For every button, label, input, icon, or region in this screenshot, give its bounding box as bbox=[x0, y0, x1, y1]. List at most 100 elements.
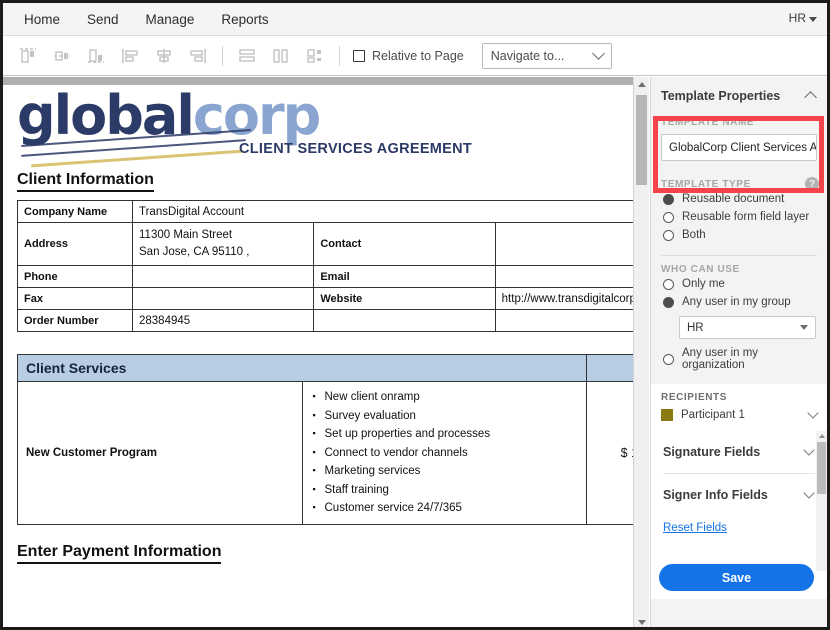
align-bottom-icon[interactable] bbox=[81, 43, 111, 69]
triangle-up-icon bbox=[818, 434, 825, 438]
help-icon[interactable]: ? bbox=[805, 177, 819, 191]
radio-label: Only me bbox=[682, 278, 725, 290]
list-item: Marketing services bbox=[313, 461, 579, 481]
size-match-icon[interactable] bbox=[300, 43, 330, 69]
relative-to-page-label: Relative to Page bbox=[372, 48, 464, 63]
align-top-icon[interactable] bbox=[13, 43, 43, 69]
cell-value-company-name: TransDigital Account bbox=[132, 200, 633, 223]
recipient-color-swatch bbox=[661, 409, 673, 421]
payment-heading-text: Enter Payment Information bbox=[17, 543, 222, 564]
service-items-cell: New client onramp Survey evaluation Set … bbox=[301, 381, 587, 525]
service-price: $ 11000.00 bbox=[586, 381, 633, 525]
save-button[interactable]: Save bbox=[659, 564, 814, 591]
company-logo: globalcorp CLIENT SERVICES AGREEMENT bbox=[17, 85, 619, 171]
radio-label: Any user in my organization bbox=[682, 347, 759, 371]
signature-fields-accordion[interactable]: Signature Fields bbox=[651, 431, 827, 473]
radio-icon bbox=[663, 211, 674, 223]
menu-bar: Home Send Manage Reports HR bbox=[3, 3, 827, 36]
chevron-up-icon[interactable] bbox=[804, 91, 817, 104]
table-row: Company Name TransDigital Account bbox=[17, 200, 633, 223]
address-line-2: San Jose, CA 95110 , bbox=[139, 246, 250, 258]
list-item: Customer service 24/7/365 bbox=[313, 498, 579, 518]
list-item: Set up properties and processes bbox=[313, 424, 579, 444]
user-account-label: HR bbox=[788, 11, 806, 25]
signer-info-fields-accordion[interactable]: Signer Info Fields bbox=[651, 474, 827, 516]
radio-label: Both bbox=[682, 229, 706, 241]
chevron-down-icon bbox=[803, 444, 815, 456]
align-left-icon[interactable] bbox=[115, 43, 145, 69]
cell-label-phone: Phone bbox=[17, 265, 133, 288]
chevron-down-icon bbox=[809, 16, 817, 22]
who-can-use-label: WHO CAN USE bbox=[661, 264, 740, 275]
reset-fields-link[interactable]: Reset Fields bbox=[663, 522, 727, 534]
scroll-up-button[interactable] bbox=[634, 77, 649, 92]
template-type-group: TEMPLATE TYPE ? Reusable document Reusab… bbox=[651, 171, 827, 246]
address-line-1: 11300 Main Street bbox=[139, 229, 233, 241]
scroll-down-button[interactable] bbox=[634, 615, 649, 627]
radio-both[interactable]: Both bbox=[661, 226, 817, 244]
align-right-icon[interactable] bbox=[183, 43, 213, 69]
radio-reusable-document[interactable]: Reusable document bbox=[661, 190, 817, 208]
cell-value-empty bbox=[494, 309, 633, 332]
document-page: globalcorp CLIENT SERVICES AGREEMENT Cli… bbox=[3, 85, 633, 627]
recipient-name: Participant 1 bbox=[681, 409, 745, 421]
radio-label: Reusable form field layer bbox=[682, 211, 810, 223]
scrollbar-thumb[interactable] bbox=[636, 95, 647, 185]
signer-info-fields-label: Signer Info Fields bbox=[663, 488, 768, 502]
alignment-toolbar: Relative to Page Navigate to... bbox=[3, 36, 827, 76]
relative-to-page-checkbox[interactable]: Relative to Page bbox=[353, 49, 464, 63]
table-row: New Customer Program New client onramp S… bbox=[17, 381, 633, 525]
navigate-to-dropdown[interactable]: Navigate to... bbox=[481, 42, 612, 69]
fields-section: Signature Fields Signer Info Fields Rese… bbox=[651, 431, 827, 599]
menu-item-reports[interactable]: Reports bbox=[210, 8, 279, 31]
radio-label: Reusable document bbox=[682, 193, 785, 205]
group-dropdown[interactable]: HR bbox=[679, 316, 816, 339]
user-account-menu[interactable]: HR bbox=[789, 11, 817, 25]
group-dropdown-value: HR bbox=[687, 321, 704, 334]
panel-scrollbar-thumb[interactable] bbox=[817, 442, 826, 494]
document-canvas[interactable]: globalcorp CLIENT SERVICES AGREEMENT Cli… bbox=[3, 77, 633, 627]
document-scrollbar[interactable] bbox=[633, 77, 649, 627]
client-services-table: Client Services Investment New Customer … bbox=[17, 354, 633, 525]
menu-item-send[interactable]: Send bbox=[76, 8, 130, 31]
triangle-down-icon bbox=[637, 620, 646, 625]
radio-only-me[interactable]: Only me bbox=[661, 275, 817, 293]
panel-scrollbar[interactable] bbox=[816, 431, 827, 571]
table-row: Order Number 28384945 bbox=[17, 309, 633, 332]
signature-fields-label: Signature Fields bbox=[663, 445, 761, 459]
toolbar-separator bbox=[222, 45, 223, 66]
template-type-label: TEMPLATE TYPE bbox=[661, 179, 751, 190]
template-properties-panel: Template Properties TEMPLATE NAME Global… bbox=[650, 77, 827, 627]
menu-item-manage[interactable]: Manage bbox=[135, 8, 206, 31]
triangle-down-icon bbox=[800, 325, 808, 330]
distribute-vertical-icon[interactable] bbox=[232, 43, 262, 69]
menu-item-home[interactable]: Home bbox=[13, 8, 71, 31]
panel-header[interactable]: Template Properties bbox=[651, 77, 827, 113]
recipient-participant-1[interactable]: Participant 1 bbox=[661, 407, 819, 421]
cell-value-website: http://www.transdigitalcorp.com bbox=[494, 287, 633, 310]
template-name-group: TEMPLATE NAME GlobalCorp Client Services… bbox=[651, 113, 827, 171]
radio-any-user-in-my-organization[interactable]: Any user in my organization bbox=[661, 344, 817, 374]
chevron-down-icon[interactable] bbox=[807, 407, 819, 419]
cell-label-email: Email bbox=[313, 265, 496, 288]
align-middle-horizontal-icon[interactable] bbox=[47, 43, 77, 69]
radio-icon-selected bbox=[663, 296, 674, 308]
radio-label: Any user in my group bbox=[682, 296, 791, 308]
radio-reusable-form-field-layer[interactable]: Reusable form field layer bbox=[661, 208, 817, 226]
panel-title: Template Properties bbox=[661, 89, 781, 103]
cell-label-website: Website bbox=[313, 287, 496, 310]
template-name-value: GlobalCorp Client Services Ag bbox=[669, 141, 817, 154]
table-row: Fax Website http://www.transdigitalcorp.… bbox=[17, 287, 633, 310]
list-item: Connect to vendor channels bbox=[313, 443, 579, 463]
template-name-input[interactable]: GlobalCorp Client Services Ag bbox=[661, 134, 817, 161]
distribute-horizontal-icon[interactable] bbox=[266, 43, 296, 69]
application-window: Home Send Manage Reports HR Relative to … bbox=[0, 0, 830, 630]
cell-value-email bbox=[494, 265, 633, 288]
radio-any-user-in-my-group[interactable]: Any user in my group bbox=[661, 293, 817, 311]
section-heading-client-information: Client Information bbox=[17, 171, 154, 192]
service-name: New Customer Program bbox=[17, 381, 303, 525]
align-center-icon[interactable] bbox=[149, 43, 179, 69]
logo-text-global: global bbox=[17, 84, 195, 147]
toolbar-separator-2 bbox=[339, 45, 340, 66]
chevron-down-icon bbox=[591, 47, 605, 60]
